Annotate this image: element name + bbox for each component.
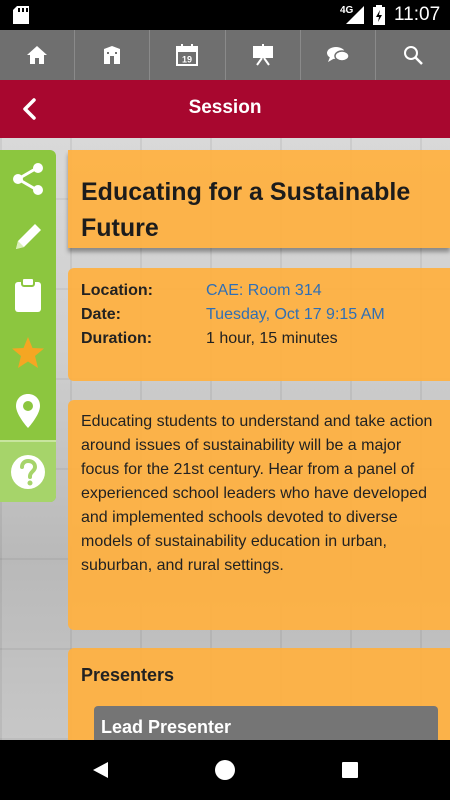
help-button[interactable] bbox=[0, 440, 56, 502]
notes-button[interactable] bbox=[0, 208, 56, 266]
session-title: Educating for a Sustainable Future bbox=[81, 178, 411, 242]
session-title-card: Educating for a Sustainable Future bbox=[68, 150, 450, 248]
pencil-icon bbox=[16, 224, 41, 249]
page-header: Session bbox=[0, 80, 450, 138]
session-info-card: Location: CAE: Room 314 Date: Tuesday, O… bbox=[68, 268, 450, 381]
presenters-heading: Presenters bbox=[81, 665, 175, 685]
date-link[interactable]: Tuesday, Oct 17 9:15 AM bbox=[206, 306, 385, 324]
building-icon bbox=[104, 46, 121, 64]
home-circle-icon bbox=[215, 760, 235, 780]
session-description: Educating students to understand and tak… bbox=[81, 413, 433, 574]
recents-square-icon bbox=[342, 762, 358, 778]
lead-presenter-section: Lead Presenter bbox=[94, 706, 438, 740]
map-pin-icon bbox=[16, 394, 40, 428]
location-label: Location: bbox=[81, 282, 153, 299]
lead-presenter-label: Lead Presenter bbox=[101, 717, 232, 737]
share-icon bbox=[13, 163, 43, 195]
status-bar: 4G 11:07 bbox=[0, 0, 450, 30]
nav-calendar-button[interactable]: 19 bbox=[150, 30, 226, 80]
duration-value: 1 hour, 15 minutes bbox=[206, 330, 338, 347]
presenters-card: Presenters Lead Presenter bbox=[68, 648, 450, 740]
search-icon bbox=[403, 46, 423, 65]
map-button[interactable] bbox=[0, 382, 56, 440]
svg-text:19: 19 bbox=[182, 55, 192, 65]
favorite-button[interactable] bbox=[0, 324, 56, 382]
clipboard-icon bbox=[15, 277, 41, 312]
calendar-icon: 19 bbox=[176, 44, 199, 66]
nav-exhibits-button[interactable] bbox=[75, 30, 151, 80]
system-home-button[interactable] bbox=[213, 758, 237, 782]
session-description-card: Educating students to understand and tak… bbox=[68, 400, 450, 630]
sd-card-icon bbox=[13, 6, 29, 24]
presentation-icon bbox=[252, 44, 273, 66]
action-sidebar bbox=[0, 150, 56, 502]
chat-icon bbox=[326, 47, 350, 62]
session-content[interactable]: Educating for a Sustainable Future Locat… bbox=[0, 138, 450, 740]
home-icon bbox=[27, 46, 48, 64]
signal-icon bbox=[346, 6, 364, 24]
nav-sessions-button[interactable] bbox=[226, 30, 301, 80]
nav-home-button[interactable] bbox=[0, 30, 76, 80]
star-icon bbox=[12, 337, 44, 368]
duration-label: Duration: bbox=[81, 330, 153, 347]
back-triangle-icon bbox=[93, 762, 108, 778]
location-link[interactable]: CAE: Room 314 bbox=[206, 282, 322, 300]
system-back-button[interactable] bbox=[88, 758, 112, 782]
survey-button[interactable] bbox=[0, 266, 56, 324]
page-title: Session bbox=[188, 97, 262, 118]
date-label: Date: bbox=[81, 306, 122, 323]
battery-icon bbox=[373, 5, 385, 25]
nav-messages-button[interactable] bbox=[301, 30, 376, 80]
share-button[interactable] bbox=[0, 150, 56, 208]
system-recents-button[interactable] bbox=[338, 758, 362, 782]
clock: 11:07 bbox=[394, 4, 441, 25]
help-icon bbox=[11, 455, 45, 489]
system-nav-bar bbox=[0, 740, 450, 800]
nav-search-button[interactable] bbox=[376, 30, 450, 80]
top-nav-bar: 19 bbox=[0, 30, 450, 80]
